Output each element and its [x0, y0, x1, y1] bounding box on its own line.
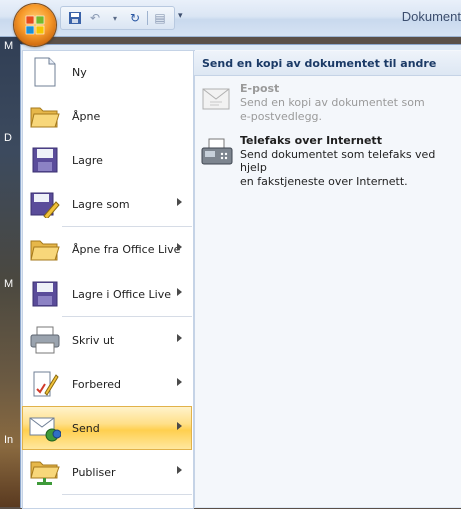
- publish-icon: [28, 455, 62, 489]
- save-live-icon: [28, 277, 62, 311]
- toolbar-separator: [147, 11, 148, 25]
- submenu-item-email[interactable]: E-post Send en kopi av dokumentet som e-…: [200, 82, 458, 123]
- desktop-background: M D M In: [0, 0, 22, 507]
- submenu-arrow-icon: [177, 198, 182, 206]
- prepare-icon: [28, 367, 62, 401]
- menu-item-label: Publiser: [72, 465, 116, 479]
- save-disk-icon: [28, 143, 62, 177]
- save-as-icon: [28, 187, 62, 221]
- fax-icon: [200, 136, 234, 170]
- submenu-item-title: E-post: [240, 82, 280, 95]
- menu-item-send[interactable]: Send: [22, 406, 192, 450]
- submenu-arrow-icon: [177, 243, 182, 251]
- menu-item-label: Lagre som: [72, 197, 130, 211]
- submenu-item-description: Send dokumentet som telefaks ved hjelp: [240, 148, 436, 174]
- menu-item-open[interactable]: Åpne: [22, 94, 192, 138]
- submenu-item-description: Send en kopi av dokumentet som: [240, 96, 425, 109]
- menu-divider: [62, 494, 192, 495]
- menu-item-print[interactable]: Skriv ut: [22, 318, 192, 362]
- submenu-heading: Send en kopi av dokumentet til andre: [194, 51, 461, 76]
- print-preview-icon[interactable]: ▤: [152, 10, 168, 26]
- desktop-icon-label[interactable]: D: [4, 132, 12, 144]
- submenu-item-description: e-postvedlegg.: [240, 110, 323, 123]
- email-icon: [200, 84, 234, 118]
- save-icon[interactable]: [67, 10, 83, 26]
- title-bar: ↶ ▾ ↻ ▤ ▾ Dokument: [0, 0, 461, 37]
- menu-item-label: Lagre i Office Live: [72, 287, 172, 301]
- menu-divider: [62, 316, 192, 317]
- office-button[interactable]: [14, 4, 56, 46]
- customize-toolbar-icon[interactable]: ▾: [178, 11, 183, 21]
- submenu-arrow-icon: [177, 422, 182, 430]
- menu-item-label: Lagre: [72, 153, 103, 167]
- submenu-item-description: en fakstjeneste over Internett.: [240, 175, 408, 188]
- menu-item-label: Send: [72, 421, 100, 435]
- office-logo-icon: [25, 15, 45, 35]
- submenu-item-title: Telefaks over Internett: [240, 134, 382, 147]
- printer-icon: [28, 323, 62, 357]
- undo-icon[interactable]: ↶: [87, 10, 103, 26]
- submenu-arrow-icon: [177, 378, 182, 386]
- desktop-icon-label[interactable]: M: [4, 40, 13, 52]
- new-document-icon: [28, 55, 62, 89]
- menu-item-save[interactable]: Lagre: [22, 138, 192, 182]
- open-folder-live-icon: [28, 232, 62, 266]
- menu-item-label: Åpne: [72, 109, 101, 123]
- submenu-arrow-icon: [177, 334, 182, 342]
- menu-item-label: Åpne fra Office Live: [72, 242, 181, 256]
- submenu-heading-text: Send en kopi av dokumentet til andre: [202, 57, 437, 70]
- menu-item-save-as[interactable]: Lagre som: [22, 182, 192, 226]
- redo-icon[interactable]: ↻: [127, 10, 143, 26]
- window-title: Dokument: [401, 9, 461, 24]
- menu-item-label: Skriv ut: [72, 333, 115, 347]
- quick-access-toolbar: ↶ ▾ ↻ ▤: [60, 6, 175, 30]
- dropdown-arrow-icon[interactable]: ▾: [107, 10, 123, 26]
- submenu-arrow-icon: [177, 466, 182, 474]
- submenu-item-internet-fax[interactable]: Telefaks over Internett Send dokumentet …: [200, 134, 458, 188]
- menu-item-new[interactable]: Ny: [22, 50, 192, 94]
- menu-item-prepare[interactable]: Forbered: [22, 362, 192, 406]
- submenu-arrow-icon: [177, 288, 182, 296]
- menu-item-save-office-live[interactable]: Lagre i Office Live: [22, 272, 192, 316]
- menu-item-label: Forbered: [72, 377, 121, 391]
- menu-item-label: Ny: [72, 65, 87, 79]
- menu-item-publish[interactable]: Publiser: [22, 450, 192, 494]
- send-icon: [28, 411, 62, 445]
- menu-item-open-office-live[interactable]: Åpne fra Office Live: [22, 227, 192, 271]
- desktop-icon-label[interactable]: In: [4, 434, 13, 446]
- desktop-icon-label[interactable]: M: [4, 278, 13, 290]
- open-folder-icon: [28, 99, 62, 133]
